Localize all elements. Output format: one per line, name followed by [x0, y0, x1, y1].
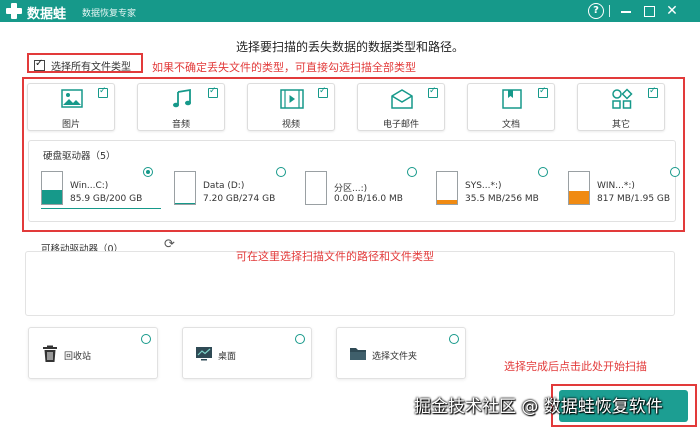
music-icon	[173, 88, 191, 108]
app-logo-icon	[6, 3, 22, 19]
location-desktop[interactable]: 桌面	[182, 327, 312, 379]
file-type-checkbox[interactable]	[648, 86, 658, 98]
app-name: 数据蛙	[27, 7, 67, 22]
email-icon	[391, 89, 413, 109]
refresh-icon[interactable]: ⟳	[164, 238, 178, 252]
select-all-label: 选择所有文件类型	[51, 62, 131, 73]
file-type-label: 图片	[61, 120, 80, 130]
location-label: 回收站	[64, 352, 92, 362]
drive-name: SYS...*:)	[465, 181, 502, 191]
drive-usage-fill	[42, 190, 62, 204]
location-choose-folder[interactable]: 选择文件夹	[336, 327, 466, 379]
drive-icon	[568, 171, 590, 205]
title-bar: 数据蛙 数据恢复专家 ? ✕	[0, 0, 700, 22]
drive-item[interactable]: WIN...*:) 817 MB/1.95 GB	[560, 167, 680, 209]
file-type-image[interactable]: 图片	[27, 83, 115, 131]
location-radio[interactable]	[295, 334, 305, 344]
app-subtitle: 数据恢复专家	[82, 9, 137, 19]
desktop-icon	[196, 347, 212, 361]
drive-size: 817 MB/1.95 GB	[597, 194, 671, 204]
file-type-label: 其它	[611, 120, 630, 130]
watermark: 掘金技术社区 @ 数据蛙恢复软件	[414, 397, 663, 417]
file-type-label: 文档	[501, 120, 520, 130]
location-label: 桌面	[218, 352, 237, 362]
location-radio[interactable]	[141, 334, 151, 344]
drive-item[interactable]: SYS...*:) 35.5 MB/256 MB	[428, 167, 548, 209]
drive-icon	[436, 171, 458, 205]
image-icon	[61, 89, 83, 108]
start-annotation: 选择完成后点击此处开始扫描	[504, 360, 647, 373]
drive-radio[interactable]	[407, 167, 417, 177]
drive-item[interactable]: Win...C:) 85.9 GB/200 GB	[33, 167, 153, 209]
file-type-document[interactable]: 文档	[467, 83, 555, 131]
drive-name: Win...C:)	[70, 181, 109, 191]
drive-item[interactable]: 分区...:) 0.00 B/16.0 MB	[297, 167, 417, 209]
minimize-button[interactable]	[618, 3, 634, 19]
folder-icon	[350, 348, 366, 360]
drive-usage-fill	[175, 203, 195, 204]
file-type-label: 音频	[171, 120, 190, 130]
hard-drives-panel: 硬盘驱动器（5） Win...C:) 85.9 GB/200 GB Data (…	[28, 140, 680, 222]
file-type-checkbox[interactable]	[208, 86, 218, 98]
drive-size: 0.00 B/16.0 MB	[334, 194, 403, 204]
location-recycle-bin[interactable]: 回收站	[28, 327, 158, 379]
other-icon	[612, 88, 633, 109]
location-radio[interactable]	[449, 334, 459, 344]
trash-icon	[43, 345, 57, 362]
drive-radio[interactable]	[670, 167, 680, 177]
maximize-button[interactable]	[641, 3, 657, 19]
video-icon	[280, 89, 304, 109]
selected-drive-underline	[41, 208, 161, 209]
file-type-label: 视频	[281, 120, 300, 130]
drive-size: 35.5 MB/256 MB	[465, 194, 539, 204]
drive-size: 7.20 GB/274 GB	[203, 194, 276, 204]
drive-size: 85.9 GB/200 GB	[70, 194, 143, 204]
file-type-email[interactable]: 电子邮件	[357, 83, 445, 131]
file-type-video[interactable]: 视频	[247, 83, 335, 131]
path-annotation: 可在这里选择扫描文件的路径和文件类型	[236, 250, 434, 263]
drive-name: WIN...*:)	[597, 181, 635, 191]
drive-icon	[305, 171, 327, 205]
file-type-checkbox[interactable]	[538, 86, 548, 98]
drive-usage-fill	[437, 199, 457, 204]
file-type-other[interactable]: 其它	[577, 83, 665, 131]
select-all-annotation: 如果不确定丢失文件的类型，可直接勾选扫描全部类型	[152, 61, 416, 74]
file-type-checkbox[interactable]	[98, 86, 108, 98]
location-label: 选择文件夹	[372, 352, 418, 362]
file-type-audio[interactable]: 音频	[137, 83, 225, 131]
file-type-checkbox[interactable]	[318, 86, 328, 98]
drive-icon	[174, 171, 196, 205]
drive-usage-fill	[569, 190, 589, 204]
file-type-label: 电子邮件	[382, 120, 419, 130]
close-button[interactable]: ✕	[664, 3, 680, 19]
help-button[interactable]: ?	[588, 3, 604, 19]
hard-drives-title: 硬盘驱动器（5）	[43, 151, 116, 162]
select-all-check-icon[interactable]	[34, 58, 45, 71]
drive-item[interactable]: Data (D:) 7.20 GB/274 GB	[166, 167, 286, 209]
drive-icon	[41, 171, 63, 205]
drive-name: Data (D:)	[203, 181, 245, 191]
file-type-checkbox[interactable]	[428, 86, 438, 98]
select-all-checkbox[interactable]: 选择所有文件类型	[34, 58, 131, 73]
titlebar-divider	[609, 5, 610, 17]
drive-name: 分区...:)	[334, 184, 368, 194]
document-icon	[502, 89, 522, 109]
drive-radio[interactable]	[538, 167, 548, 177]
drive-radio[interactable]	[143, 167, 153, 177]
drive-radio[interactable]	[276, 167, 286, 177]
